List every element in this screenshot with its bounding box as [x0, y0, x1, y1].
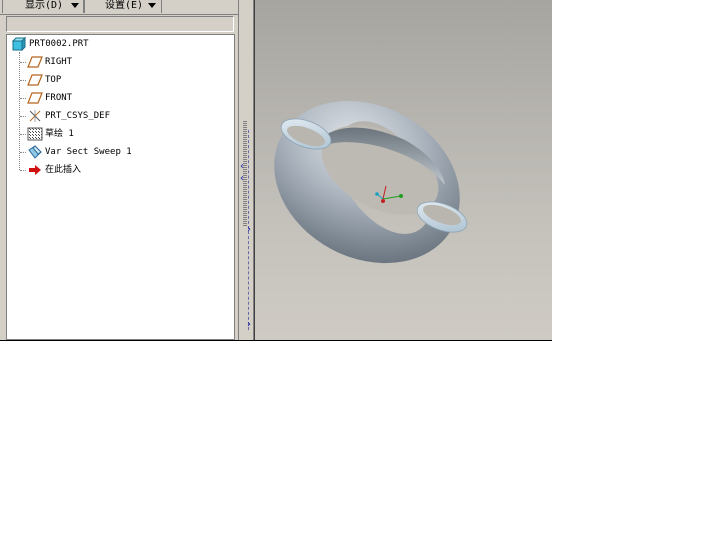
tree-item-label: 草绘 1 — [45, 129, 74, 139]
collapse-left-icon[interactable]: ‹ — [240, 174, 244, 184]
display-menu-button[interactable]: 显示(D) — [2, 0, 84, 13]
collapse-left-icon[interactable]: ‹ — [240, 162, 244, 172]
tree-item-right[interactable]: RIGHT — [27, 54, 207, 70]
tree-item-label: PRT_CSYS_DEF — [45, 111, 111, 121]
expand-right-icon[interactable]: › — [247, 225, 251, 235]
panel-splitter[interactable]: ‹ ‹ › › — [238, 0, 254, 341]
graphics-viewport[interactable] — [254, 0, 552, 341]
model-tree-panel: 显示(D) 设置(E) PRT0002.PRT RIGHT TOP FRONT … — [0, 0, 238, 341]
settings-menu-label: 设置(E) — [105, 0, 144, 11]
tree-item-label: Var Sect Sweep 1 — [45, 147, 132, 157]
tree-item-label: RIGHT — [45, 57, 73, 67]
tree-connector — [20, 152, 26, 153]
tree-item-sketch[interactable]: 草绘 1 — [27, 126, 207, 142]
tree-connector — [20, 116, 26, 117]
expand-right-icon[interactable]: › — [247, 320, 251, 330]
tree-connector — [20, 98, 26, 99]
datum-plane-icon — [27, 56, 43, 68]
chevron-down-icon — [148, 3, 156, 8]
tree-item-part[interactable]: PRT0002.PRT — [11, 36, 211, 52]
model-tree: PRT0002.PRT RIGHT TOP FRONT PRT_CSYS_DEF… — [6, 34, 235, 340]
tree-item-insert-here[interactable]: 在此插入 — [27, 162, 207, 178]
display-menu-label: 显示(D) — [25, 0, 64, 11]
tree-filter-bar[interactable] — [6, 16, 234, 32]
torus-model[interactable] — [255, 0, 552, 341]
tree-item-sweep[interactable]: Var Sect Sweep 1 — [27, 144, 207, 160]
settings-menu-button[interactable]: 设置(E) — [84, 0, 162, 13]
part-icon — [11, 36, 27, 52]
tree-item-label: FRONT — [45, 93, 73, 103]
tree-item-csys[interactable]: PRT_CSYS_DEF — [27, 108, 207, 124]
chevron-down-icon — [71, 3, 79, 8]
tree-connector — [20, 170, 26, 171]
datum-plane-icon — [27, 92, 43, 104]
tree-item-label: TOP — [45, 75, 62, 85]
tree-item-top[interactable]: TOP — [27, 72, 207, 88]
tree-connector — [20, 62, 26, 63]
tree-item-label: PRT0002.PRT — [29, 39, 89, 49]
csys-icon — [29, 110, 41, 122]
sketch-icon — [27, 127, 43, 141]
sweep-icon — [28, 145, 42, 159]
tree-item-front[interactable]: FRONT — [27, 90, 207, 106]
insert-arrow-icon — [29, 165, 41, 175]
model-tree-menu-bar: 显示(D) 设置(E) — [0, 0, 238, 15]
datum-plane-icon — [27, 74, 43, 86]
application-window: 显示(D) 设置(E) PRT0002.PRT RIGHT TOP FRONT … — [0, 0, 552, 341]
tree-item-label: 在此插入 — [45, 165, 82, 175]
tree-connector — [20, 80, 26, 81]
window-bottom-border — [0, 340, 552, 341]
tree-connector — [20, 134, 26, 135]
